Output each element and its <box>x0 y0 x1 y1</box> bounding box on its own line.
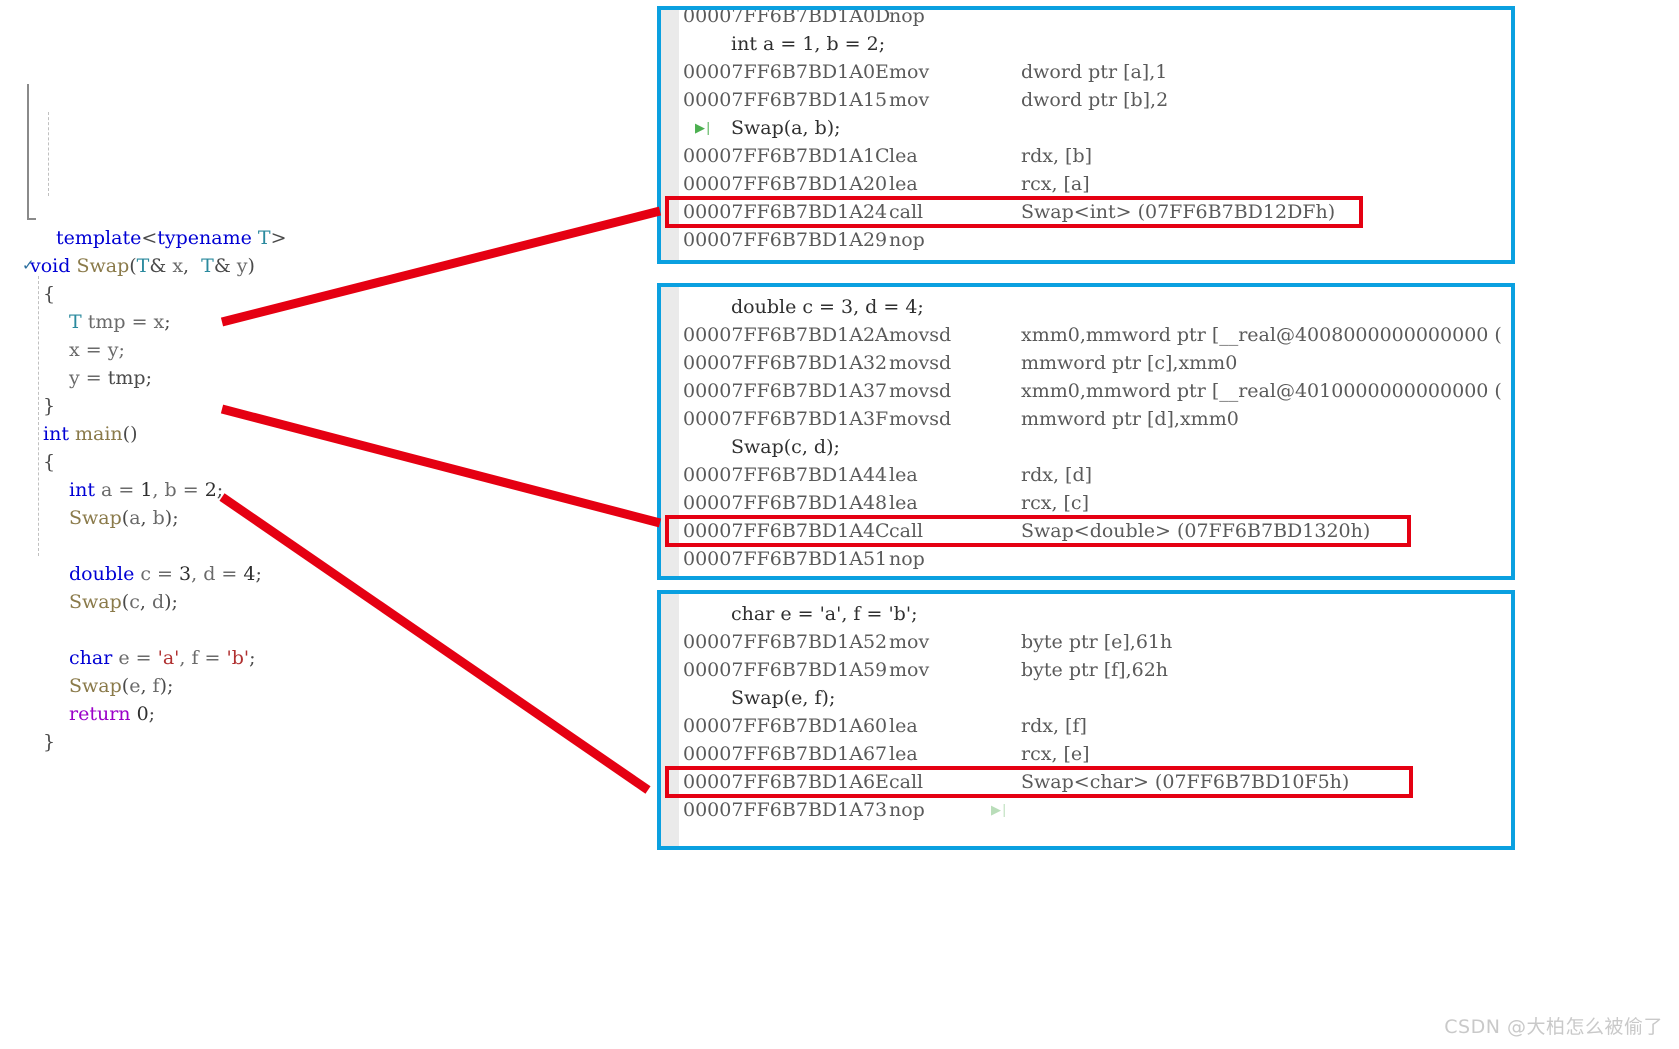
arrow-char <box>219 493 651 794</box>
csdn-watermark: CSDN @大柏怎么被偷了 <box>1444 1016 1663 1038</box>
arrow-int <box>220 206 662 327</box>
arrow-double <box>220 404 662 528</box>
screenshot-root: template<typename T> ✓ void Swap(T& x, T& … <box>0 0 1679 1049</box>
annotation-arrows <box>219 206 662 794</box>
